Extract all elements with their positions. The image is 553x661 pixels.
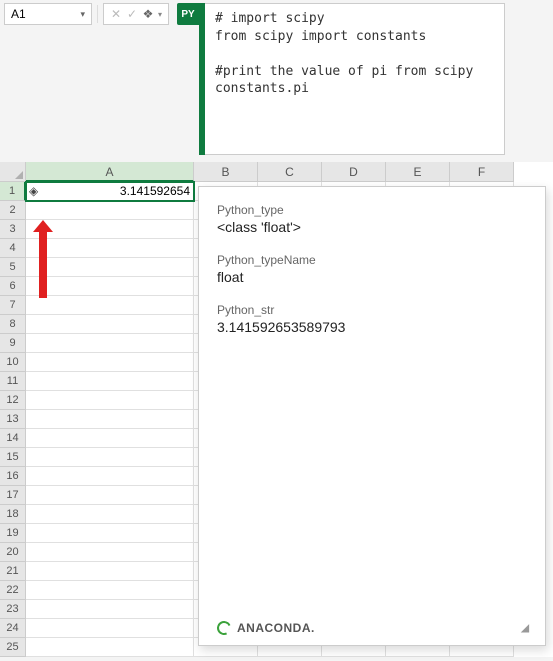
cell[interactable]	[26, 562, 194, 581]
cell[interactable]	[26, 505, 194, 524]
column-header-d[interactable]: D	[322, 162, 386, 182]
popup-str-value: 3.141592653589793	[217, 319, 527, 335]
row-header[interactable]: 17	[0, 486, 26, 505]
cell[interactable]	[26, 258, 194, 277]
anaconda-brand: ANACONDA.	[217, 621, 315, 635]
column-header-c[interactable]: C	[258, 162, 322, 182]
cell[interactable]	[26, 638, 194, 657]
row-header[interactable]: 22	[0, 581, 26, 600]
row-header[interactable]: 6	[0, 277, 26, 296]
select-all-corner[interactable]	[0, 162, 26, 182]
row-header[interactable]: 3	[0, 220, 26, 239]
python-result-popup: Python_type <class 'float'> Python_typeN…	[198, 186, 546, 646]
data-type-icon[interactable]: ◈	[29, 182, 38, 201]
row-header[interactable]: 1	[0, 182, 26, 201]
row-header[interactable]: 4	[0, 239, 26, 258]
cell[interactable]	[26, 220, 194, 239]
chevron-down-icon[interactable]: ▾	[156, 10, 164, 19]
formula-bar-area: A1 ▾ ✕ ✓ ❖ ▾ PY # import scipy from scip…	[0, 0, 553, 160]
code-editor[interactable]: # import scipy from scipy import constan…	[205, 3, 505, 155]
column-header-a[interactable]: A	[26, 162, 194, 182]
row-header[interactable]: 19	[0, 524, 26, 543]
cell[interactable]	[26, 581, 194, 600]
row-header[interactable]: 11	[0, 372, 26, 391]
python-badge: PY	[177, 3, 199, 25]
popup-str-section: Python_str 3.141592653589793	[217, 303, 527, 335]
popup-type-section: Python_type <class 'float'>	[217, 203, 527, 235]
popup-typename-value: float	[217, 269, 527, 285]
row-header[interactable]: 8	[0, 315, 26, 334]
row-header[interactable]: 7	[0, 296, 26, 315]
cell[interactable]	[26, 277, 194, 296]
separator	[97, 5, 98, 23]
cell[interactable]	[26, 334, 194, 353]
popup-typename-label: Python_typeName	[217, 253, 527, 267]
cell[interactable]	[26, 524, 194, 543]
cell[interactable]	[26, 429, 194, 448]
cell[interactable]	[26, 239, 194, 258]
layers-icon[interactable]: ❖	[140, 7, 156, 21]
cell[interactable]	[26, 372, 194, 391]
formula-buttons: ✕ ✓ ❖ ▾	[103, 3, 169, 25]
anaconda-icon	[215, 619, 233, 637]
column-header-e[interactable]: E	[386, 162, 450, 182]
cell[interactable]	[26, 619, 194, 638]
row-header[interactable]: 5	[0, 258, 26, 277]
row-header[interactable]: 15	[0, 448, 26, 467]
cell[interactable]	[26, 353, 194, 372]
popup-type-value: <class 'float'>	[217, 219, 527, 235]
cell[interactable]: ◈ 3.141592654	[26, 182, 194, 201]
cell[interactable]	[26, 448, 194, 467]
cell[interactable]	[26, 315, 194, 334]
row-header[interactable]: 2	[0, 201, 26, 220]
row-header[interactable]: 24	[0, 619, 26, 638]
column-header-f[interactable]: F	[450, 162, 514, 182]
row-header[interactable]: 14	[0, 429, 26, 448]
cell-value: 3.141592654	[120, 184, 190, 198]
row-header[interactable]: 21	[0, 562, 26, 581]
python-editor: PY # import scipy from scipy import cons…	[177, 3, 505, 155]
row-header[interactable]: 25	[0, 638, 26, 657]
cancel-icon[interactable]: ✕	[108, 7, 124, 21]
row-header[interactable]: 20	[0, 543, 26, 562]
cell[interactable]	[26, 296, 194, 315]
popup-str-label: Python_str	[217, 303, 527, 317]
name-box[interactable]: A1 ▾	[4, 3, 92, 25]
column-header-b[interactable]: B	[194, 162, 258, 182]
anaconda-text: ANACONDA.	[237, 621, 315, 635]
resize-grip-icon[interactable]: ◢	[521, 623, 527, 634]
cell[interactable]	[26, 600, 194, 619]
popup-footer: ANACONDA. ◢	[217, 621, 527, 635]
row-header[interactable]: 10	[0, 353, 26, 372]
row-header[interactable]: 16	[0, 467, 26, 486]
cell[interactable]	[26, 410, 194, 429]
cell[interactable]	[26, 391, 194, 410]
cell[interactable]	[26, 543, 194, 562]
row-header[interactable]: 12	[0, 391, 26, 410]
popup-typename-section: Python_typeName float	[217, 253, 527, 285]
row-header[interactable]: 9	[0, 334, 26, 353]
popup-type-label: Python_type	[217, 203, 527, 217]
chevron-down-icon[interactable]: ▾	[80, 9, 85, 20]
cell[interactable]	[26, 486, 194, 505]
name-box-value: A1	[11, 7, 26, 21]
cell[interactable]	[26, 467, 194, 486]
row-header[interactable]: 13	[0, 410, 26, 429]
check-icon[interactable]: ✓	[124, 7, 140, 21]
row-header[interactable]: 18	[0, 505, 26, 524]
namebox-group: A1 ▾ ✕ ✓ ❖ ▾	[0, 0, 173, 28]
cell[interactable]	[26, 201, 194, 220]
column-headers: A B C D E F	[0, 162, 553, 182]
row-header[interactable]: 23	[0, 600, 26, 619]
